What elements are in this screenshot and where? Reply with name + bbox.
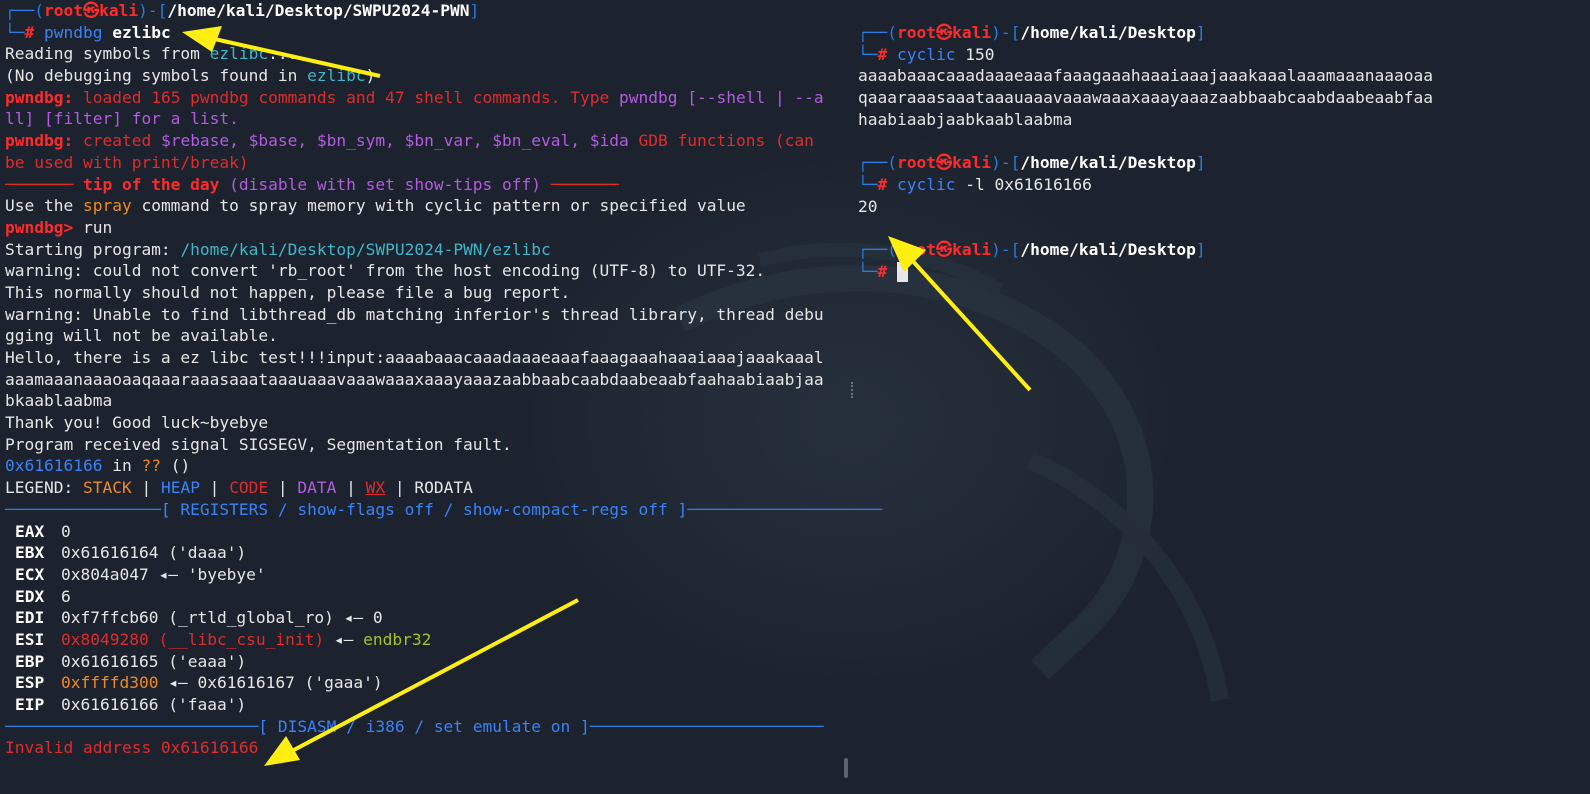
registers-header: ────────────────[ REGISTERS / show-flags… bbox=[5, 499, 883, 519]
program-output-3: bkaablaabma bbox=[5, 391, 113, 411]
reading-symbols-line: Reading symbols from ezlibc... bbox=[5, 44, 298, 64]
cyclic-output-1: aaaabaaacaaadaaaeaaafaaagaaahaaaiaaajaaa… bbox=[858, 66, 1433, 86]
register-row: EDX 6 bbox=[15, 586, 71, 606]
register-row: ESP 0xffffd300 ◂— 0x61616167 ('gaaa') bbox=[15, 673, 383, 693]
prompt-line: ┌──(root㉿kali)-[/home/kali/Desktop/SWPU2… bbox=[5, 1, 480, 20]
right-terminal-pane[interactable]: ┌──(root㉿kali)-[/home/kali/Desktop] └─# … bbox=[858, 22, 1588, 283]
program-output-2: aaamaaanaaaoaaqaaaraaasaaataaauaaavaaawa… bbox=[5, 369, 824, 389]
prompt-line: ┌──(root㉿kali)-[/home/kali/Desktop] bbox=[858, 239, 1206, 259]
register-row: EBP 0x61616165 ('eaaa') bbox=[15, 651, 247, 671]
legend-line: LEGEND: STACK | HEAP | CODE | DATA | WX … bbox=[5, 478, 473, 498]
warning-line-3: warning: Unable to find libthread_db mat… bbox=[5, 304, 824, 324]
command-line: └─# pwndbg ezlibc bbox=[5, 22, 171, 42]
prompt-line: ┌──(root㉿kali)-[/home/kali/Desktop] bbox=[858, 153, 1206, 173]
signal-line: Program received signal SIGSEGV, Segment… bbox=[5, 434, 512, 454]
starting-program-line: Starting program: /home/kali/Desktop/SWP… bbox=[5, 239, 551, 259]
register-row: ESI 0x8049280 (__libc_csu_init) ◂— endbr3… bbox=[15, 629, 432, 649]
cyclic-output-2: qaaaraaasaaataaauaaavaaawaaaxaaayaaazaab… bbox=[858, 88, 1433, 108]
disasm-header: ──────────────────────────[ DISASM / i38… bbox=[5, 716, 824, 736]
pane-splitter[interactable] bbox=[851, 382, 855, 398]
register-row: EDI 0xf7ffcb60 (_rtld_global_ro) ◂— 0 bbox=[15, 608, 383, 628]
scrollbar-handle[interactable] bbox=[844, 758, 848, 778]
tip-header: ─────── tip of the day (disable with set… bbox=[5, 174, 620, 194]
invalid-address-line: Invalid address 0x61616166 bbox=[5, 738, 259, 758]
register-row: EIP 0x61616166 ('faaa') bbox=[15, 695, 247, 714]
register-row: EAX 0 bbox=[15, 521, 71, 541]
created-line: pwndbg: created $rebase, $base, $bn_sym,… bbox=[5, 131, 814, 151]
program-output-1: Hello, there is a ez libc test!!!input:a… bbox=[5, 348, 824, 367]
command-line: └─# cyclic -l 0x61616166 bbox=[858, 174, 1092, 194]
loaded-line: pwndbg: loaded 165 pwndbg commands and 4… bbox=[5, 87, 824, 107]
register-row: ECX 0x804a047 ◂— 'byebye' bbox=[15, 564, 266, 584]
warning-line-1: warning: could not convert 'rb_root' fro… bbox=[5, 261, 766, 281]
no-debug-line: (No debugging symbols found in ezlibc) bbox=[5, 66, 376, 86]
register-row: EBX 0x61616164 ('daaa') bbox=[15, 543, 247, 563]
run-command-line: pwndbg> run bbox=[5, 217, 113, 237]
active-input-line[interactable]: └─# bbox=[858, 261, 1588, 283]
command-line: └─# cyclic 150 bbox=[858, 44, 995, 64]
cyclic-output-3: haabiaabjaabkaablaabma bbox=[858, 109, 1073, 129]
text-cursor bbox=[897, 262, 908, 283]
loaded-line-cont: ll] [filter] for a list. bbox=[5, 109, 239, 129]
tip-text: Use the spray command to spray memory wi… bbox=[5, 196, 746, 216]
cyclic-offset-output: 20 bbox=[858, 196, 878, 216]
fault-location-line: 0x61616166 in ?? () bbox=[5, 456, 191, 476]
created-line-cont: be used with print/break) bbox=[5, 152, 249, 172]
thanks-line: Thank you! Good luck~byebye bbox=[5, 413, 269, 433]
prompt-line: ┌──(root㉿kali)-[/home/kali/Desktop] bbox=[858, 23, 1206, 42]
left-terminal-pane[interactable]: ┌──(root㉿kali)-[/home/kali/Desktop/SWPU2… bbox=[5, 0, 883, 759]
warning-line-4: gging will not be available. bbox=[5, 326, 278, 346]
warning-line-2: This normally should not happen, please … bbox=[5, 282, 571, 302]
